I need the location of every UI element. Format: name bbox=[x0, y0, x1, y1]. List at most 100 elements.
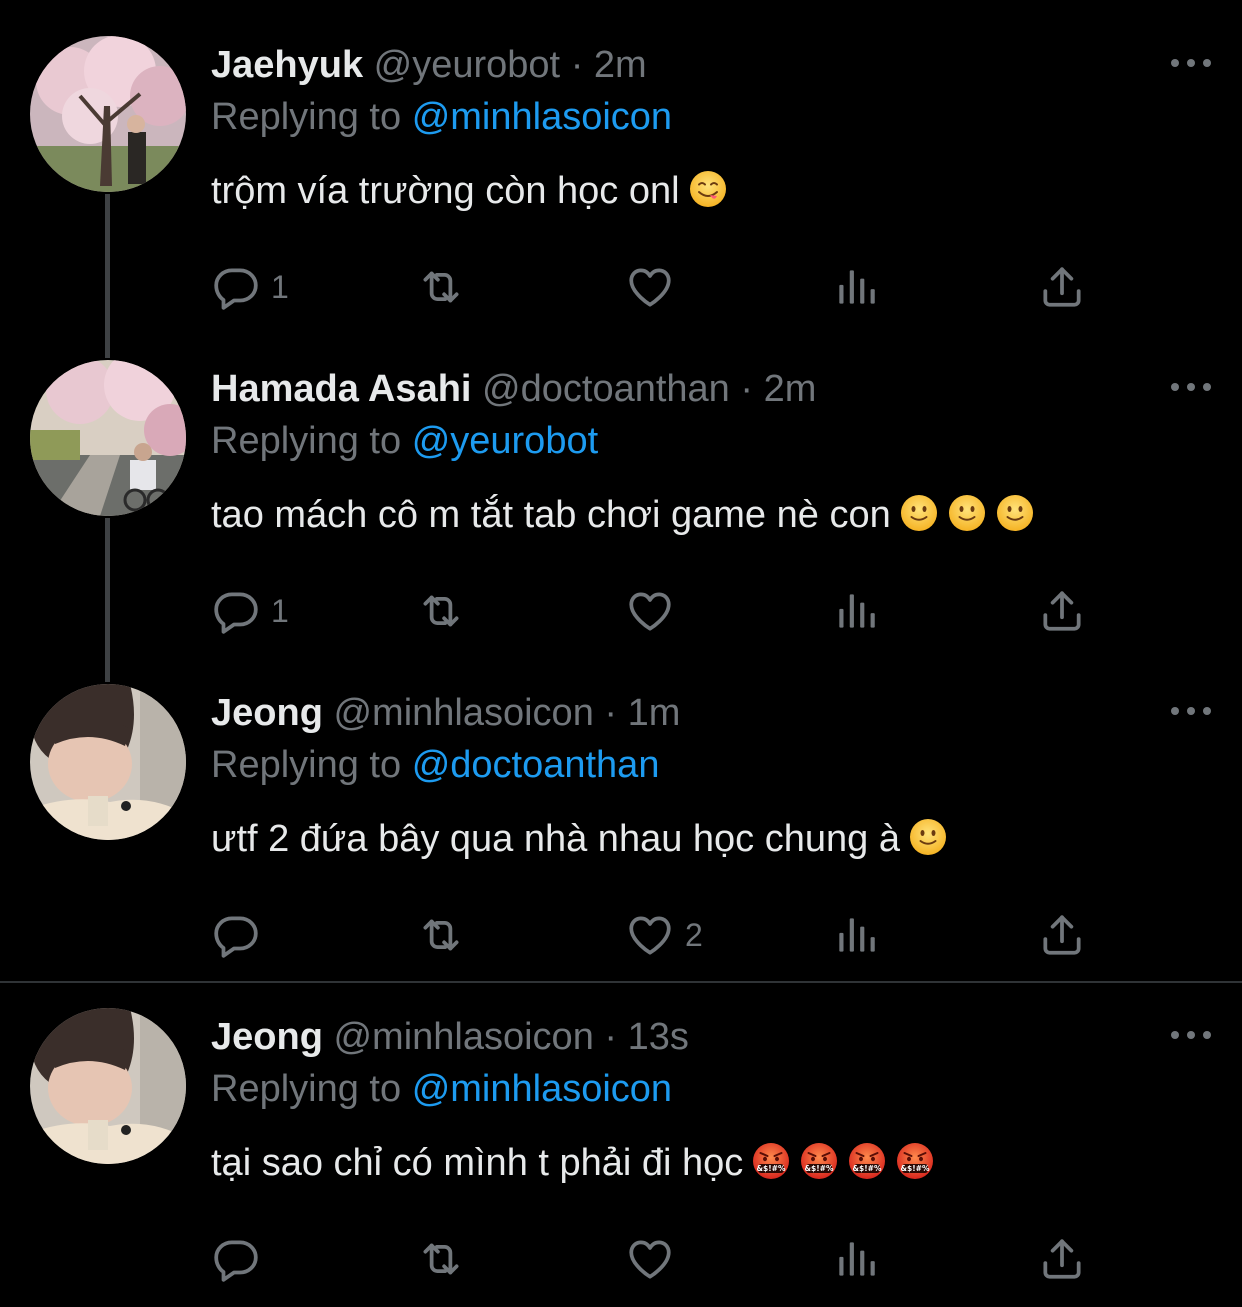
username[interactable]: @yeurobot bbox=[374, 44, 560, 86]
views-button[interactable] bbox=[831, 910, 881, 960]
tweet[interactable]: Jeong @minhlasoicon · 13s Replying to @m… bbox=[0, 972, 1242, 1302]
reply-button[interactable] bbox=[211, 1234, 271, 1284]
reply-icon bbox=[211, 262, 261, 312]
action-bar: 1 bbox=[211, 262, 1111, 312]
timestamp[interactable]: 1m bbox=[628, 692, 681, 734]
avatar[interactable] bbox=[30, 1008, 186, 1164]
timestamp[interactable]: 2m bbox=[764, 368, 817, 410]
mention-link[interactable]: @yeurobot bbox=[412, 420, 598, 462]
like-count: 2 bbox=[685, 916, 703, 953]
tweet[interactable]: Jaehyuk @yeurobot · 2m Replying to @minh… bbox=[0, 0, 1242, 330]
share-button[interactable] bbox=[1037, 1234, 1087, 1284]
avatar[interactable] bbox=[30, 684, 186, 840]
face-with-symbols-on-mouth-emoji bbox=[895, 1141, 935, 1181]
display-name[interactable]: Hamada Asahi bbox=[211, 368, 471, 410]
like-icon bbox=[625, 586, 675, 636]
action-bar: 1 bbox=[211, 586, 1111, 636]
like-icon bbox=[625, 910, 675, 960]
share-icon bbox=[1037, 262, 1087, 312]
replying-to: Replying to @doctoanthan bbox=[211, 742, 659, 788]
views-button[interactable] bbox=[831, 1234, 881, 1284]
username[interactable]: @doctoanthan bbox=[482, 368, 730, 410]
like-button[interactable]: 2 bbox=[625, 910, 703, 960]
retweet-button[interactable] bbox=[416, 910, 476, 960]
tweet-text: trộm vía trường còn học onl bbox=[211, 168, 728, 214]
retweet-icon bbox=[416, 262, 466, 312]
avatar[interactable] bbox=[30, 36, 186, 192]
like-button[interactable] bbox=[625, 586, 685, 636]
face-with-symbols-on-mouth-emoji bbox=[751, 1141, 791, 1181]
like-icon bbox=[625, 1234, 675, 1284]
tweet-text: tại sao chỉ có mình t phải đi học bbox=[211, 1140, 935, 1186]
share-icon bbox=[1037, 586, 1087, 636]
tweet-text-content: ưtf 2 đứa bây qua nhà nhau học chung à bbox=[211, 818, 900, 860]
share-button[interactable] bbox=[1037, 262, 1087, 312]
views-icon bbox=[831, 1234, 881, 1284]
reply-icon bbox=[211, 1234, 261, 1284]
cherry-blossom-bike-photo bbox=[30, 360, 186, 516]
like-button[interactable] bbox=[625, 1234, 685, 1284]
tweet-text-content: tại sao chỉ có mình t phải đi học bbox=[211, 1142, 744, 1184]
more-icon[interactable] bbox=[1166, 1020, 1216, 1050]
tweet-text-content: trộm vía trường còn học onl bbox=[211, 170, 680, 212]
display-name[interactable]: Jaehyuk bbox=[211, 44, 363, 86]
display-name[interactable]: Jeong bbox=[211, 1016, 323, 1058]
slightly-smiling-face-emoji bbox=[899, 493, 939, 533]
share-button[interactable] bbox=[1037, 910, 1087, 960]
timestamp[interactable]: 13s bbox=[628, 1016, 689, 1058]
tweet-header: Jaehyuk @yeurobot · 2m bbox=[211, 42, 647, 88]
separator-dot: · bbox=[604, 1016, 618, 1058]
username[interactable]: @minhlasoicon bbox=[333, 692, 593, 734]
tweet-text: tao mách cô m tắt tab chơi game nè con bbox=[211, 492, 1035, 538]
replying-to-label: Replying to bbox=[211, 1068, 402, 1110]
selfie-photo bbox=[30, 1008, 186, 1164]
display-name[interactable]: Jeong bbox=[211, 692, 323, 734]
tweet[interactable]: Jeong @minhlasoicon · 1m Replying to @do… bbox=[0, 648, 1242, 978]
reply-button[interactable]: 1 bbox=[211, 262, 289, 312]
share-icon bbox=[1037, 910, 1087, 960]
share-button[interactable] bbox=[1037, 586, 1087, 636]
mention-link[interactable]: @minhlasoicon bbox=[412, 1068, 672, 1110]
retweet-icon bbox=[416, 910, 466, 960]
more-icon[interactable] bbox=[1166, 372, 1216, 402]
tweet[interactable]: Hamada Asahi @doctoanthan · 2m Replying … bbox=[0, 324, 1242, 654]
reply-count: 1 bbox=[271, 592, 289, 629]
replying-to: Replying to @minhlasoicon bbox=[211, 94, 672, 140]
views-icon bbox=[831, 262, 881, 312]
replying-to-label: Replying to bbox=[211, 96, 402, 138]
separator-dot: · bbox=[570, 44, 584, 86]
slightly-smiling-face-emoji bbox=[995, 493, 1035, 533]
views-button[interactable] bbox=[831, 262, 881, 312]
face-savoring-food-emoji bbox=[688, 169, 728, 209]
views-button[interactable] bbox=[831, 586, 881, 636]
more-icon[interactable] bbox=[1166, 48, 1216, 78]
username[interactable]: @minhlasoicon bbox=[333, 1016, 593, 1058]
replying-to: Replying to @minhlasoicon bbox=[211, 1066, 672, 1112]
reply-icon bbox=[211, 910, 261, 960]
replying-to-label: Replying to bbox=[211, 420, 402, 462]
action-bar bbox=[211, 1234, 1111, 1284]
mention-link[interactable]: @minhlasoicon bbox=[412, 96, 672, 138]
tweet-header: Hamada Asahi @doctoanthan · 2m bbox=[211, 366, 816, 412]
tweet-text-content: tao mách cô m tắt tab chơi game nè con bbox=[211, 494, 891, 536]
action-bar: 2 bbox=[211, 910, 1111, 960]
avatar[interactable] bbox=[30, 360, 186, 516]
reply-button[interactable] bbox=[211, 910, 271, 960]
retweet-icon bbox=[416, 586, 466, 636]
replying-to: Replying to @yeurobot bbox=[211, 418, 598, 464]
reply-count: 1 bbox=[271, 268, 289, 305]
selfie-photo bbox=[30, 684, 186, 840]
like-button[interactable] bbox=[625, 262, 685, 312]
slightly-smiling-face-emoji bbox=[947, 493, 987, 533]
mention-link[interactable]: @doctoanthan bbox=[412, 744, 660, 786]
separator-dot: · bbox=[740, 368, 754, 410]
retweet-button[interactable] bbox=[416, 262, 476, 312]
timestamp[interactable]: 2m bbox=[594, 44, 647, 86]
views-icon bbox=[831, 910, 881, 960]
retweet-button[interactable] bbox=[416, 586, 476, 636]
reply-button[interactable]: 1 bbox=[211, 586, 289, 636]
more-icon[interactable] bbox=[1166, 696, 1216, 726]
retweet-icon bbox=[416, 1234, 466, 1284]
cherry-blossom-photo bbox=[30, 36, 186, 192]
retweet-button[interactable] bbox=[416, 1234, 476, 1284]
